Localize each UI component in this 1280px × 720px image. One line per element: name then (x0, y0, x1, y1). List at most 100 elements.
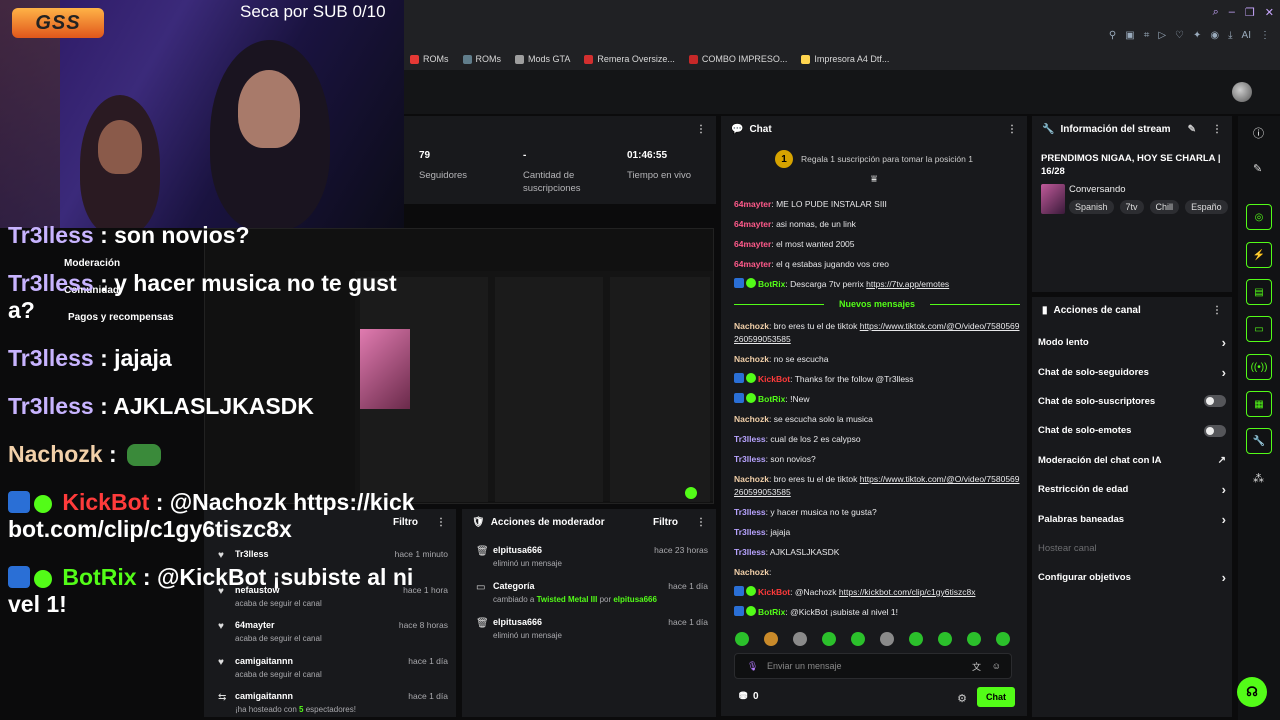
mod-action-name[interactable]: Categoría (493, 581, 535, 591)
bookmark-item[interactable]: Mods GTA (515, 54, 570, 64)
chat-username[interactable]: Tr3lless (734, 527, 766, 537)
mod-action-name[interactable]: elpitusa666 (493, 617, 542, 627)
chat-username[interactable]: Nachozk (734, 474, 769, 484)
activity-username[interactable]: camigaitannn (235, 656, 293, 666)
play-icon[interactable]: ▷ (1158, 30, 1166, 41)
mod-action-name[interactable]: elpitusa666 (493, 545, 542, 555)
more-options-icon[interactable]: ⋮ (696, 517, 706, 528)
close-icon[interactable]: ✕ (1265, 6, 1274, 19)
mod-filter-button[interactable]: Filtro (653, 517, 678, 528)
more-options-icon[interactable]: ⋮ (1212, 124, 1222, 135)
category-name[interactable]: Conversando (1069, 184, 1126, 195)
edit-icon[interactable]: ✎ (1253, 162, 1262, 175)
camera-tool-icon[interactable]: ◎ (1246, 204, 1272, 230)
chat-username[interactable]: Tr3lless (734, 434, 766, 444)
emote-icon[interactable] (938, 632, 952, 646)
channel-points[interactable]: ⛃ 0 (739, 691, 759, 702)
bookmark-item[interactable]: COMBO IMPRESO... (688, 54, 787, 64)
chat-username[interactable]: Nachozk (734, 567, 769, 577)
pin-icon[interactable]: ⚲ (1109, 30, 1116, 41)
chat-username[interactable]: Tr3lless (734, 507, 766, 517)
emote-icon[interactable] (735, 632, 749, 646)
chat-link[interactable]: https://kickbot.com/clip/c1gy6tiszc8x (839, 587, 976, 597)
chat-input[interactable]: 🎙 Enviar un mensaje 文 ☺ (734, 653, 1012, 679)
emote-icon[interactable] (880, 632, 894, 646)
bookmark-item[interactable]: ROMs (462, 54, 501, 64)
channel-action-chat-de-solo-suscriptores[interactable]: Chat de solo-suscriptores (1032, 387, 1232, 416)
emote-icon[interactable] (967, 632, 981, 646)
support-headset-icon[interactable]: ☊ (1237, 677, 1267, 707)
info-icon[interactable]: ⓘ (1253, 125, 1264, 141)
chat-username[interactable]: 64mayter (734, 239, 771, 249)
toggle-switch[interactable] (1204, 395, 1226, 408)
chat-username[interactable]: 64mayter (734, 199, 771, 209)
stream-tag[interactable]: Chill (1149, 200, 1180, 214)
extension-icon[interactable]: ▣ (1125, 30, 1134, 41)
crop-icon[interactable]: ⌗ (1144, 30, 1150, 41)
profile-icon[interactable]: ◉ (1210, 30, 1219, 41)
bookmark-item[interactable]: Remera Oversize... (584, 54, 675, 64)
edit-pencil-icon[interactable]: ✎ (1188, 124, 1196, 135)
emote-icon[interactable] (909, 632, 923, 646)
puzzle-icon[interactable]: ✦ (1193, 30, 1201, 41)
stream-tag[interactable]: 7tv (1119, 200, 1144, 214)
toggle-switch[interactable] (1204, 424, 1226, 437)
bookmark-item[interactable]: Impresora A4 Dtf... (801, 54, 889, 64)
more-options-icon[interactable]: ⋮ (696, 124, 706, 135)
activity-username[interactable]: camigaitannn (235, 691, 293, 701)
emoji-icon[interactable]: ☺ (992, 661, 1001, 671)
chat-username[interactable]: KickBot (758, 374, 790, 384)
broadcast-tool-icon[interactable]: ((•)) (1246, 354, 1272, 380)
channel-action-chat-de-solo-seguidores[interactable]: Chat de solo-seguidores › (1032, 357, 1232, 386)
more-options-icon[interactable]: ⋮ (1007, 124, 1017, 135)
chat-username[interactable]: Nachozk (734, 414, 769, 424)
channel-action-chat-de-solo-emotes[interactable]: Chat de solo-emotes (1032, 416, 1232, 445)
chat-username[interactable]: Nachozk (734, 354, 769, 364)
chat-username[interactable]: Tr3lless (734, 547, 766, 557)
chat-username[interactable]: 64mayter (734, 219, 771, 229)
chat-tool-icon[interactable]: ▭ (1246, 316, 1272, 342)
stream-tag[interactable]: Spanish (1069, 200, 1114, 214)
bolt-tool-icon[interactable]: ⚡ (1246, 242, 1272, 268)
microphone-icon[interactable]: 🎙 (747, 661, 758, 672)
chat-username[interactable]: BotRix (758, 279, 785, 289)
layout-tool-icon[interactable]: ▦ (1246, 391, 1272, 417)
search-icon[interactable]: ⌕ (1213, 6, 1219, 19)
category-thumbnail[interactable] (1041, 184, 1065, 214)
channel-action-moderacion-del-chat-con-ia[interactable]: Moderación del chat con IA ↗ (1032, 446, 1232, 475)
more-options-icon[interactable]: ⋮ (436, 517, 446, 528)
emote-icon[interactable] (764, 632, 778, 646)
menu-icon[interactable]: ⋮ (1260, 30, 1270, 41)
download-icon[interactable]: ⤓ (1228, 30, 1232, 41)
channel-action-modo-lento[interactable]: Modo lento › (1032, 328, 1232, 357)
emote-icon[interactable] (851, 632, 865, 646)
users-icon[interactable]: ⁂ (1253, 472, 1264, 485)
emote-icon[interactable] (996, 632, 1010, 646)
bookmark-item[interactable]: ROMs (410, 54, 449, 64)
settings-gear-icon[interactable]: ⚙ (957, 692, 967, 705)
translate-icon[interactable]: 文 (972, 660, 981, 673)
channel-action-restriccion-de-edad[interactable]: Restricción de edad › (1032, 475, 1232, 504)
emote-icon[interactable] (822, 632, 836, 646)
channel-action-palabras-baneadas[interactable]: Palabras baneadas › (1032, 504, 1232, 533)
chat-username[interactable]: Nachozk (734, 321, 769, 331)
channel-action-configurar-objetivos[interactable]: Configurar objetivos › (1032, 563, 1232, 592)
heart-icon[interactable]: ♡ (1175, 30, 1184, 41)
gift-leaderboard[interactable]: 1 Regala 1 suscripción para tomar la pos… (721, 150, 1027, 168)
chat-username[interactable]: BotRix (758, 607, 785, 617)
minimize-icon[interactable]: – (1229, 6, 1235, 19)
pinned-collapse-icon[interactable]: ⩸ (721, 174, 1027, 185)
chat-username[interactable]: BotRix (758, 394, 785, 404)
chat-username[interactable]: Tr3lless (734, 454, 766, 464)
chat-link[interactable]: https://7tv.app/emotes (866, 279, 949, 289)
send-chat-button[interactable]: Chat (977, 687, 1015, 707)
chat-username[interactable]: KickBot (758, 587, 790, 597)
chat-username[interactable]: 64mayter (734, 259, 771, 269)
avatar[interactable] (1232, 82, 1252, 102)
restore-icon[interactable]: ❐ (1245, 6, 1255, 19)
more-options-icon[interactable]: ⋮ (1212, 305, 1222, 316)
clipboard-tool-icon[interactable]: ▤ (1246, 279, 1272, 305)
wrench-tool-icon[interactable]: 🔧 (1246, 428, 1272, 454)
ai-icon[interactable]: AI (1242, 30, 1251, 41)
emote-icon[interactable] (793, 632, 807, 646)
